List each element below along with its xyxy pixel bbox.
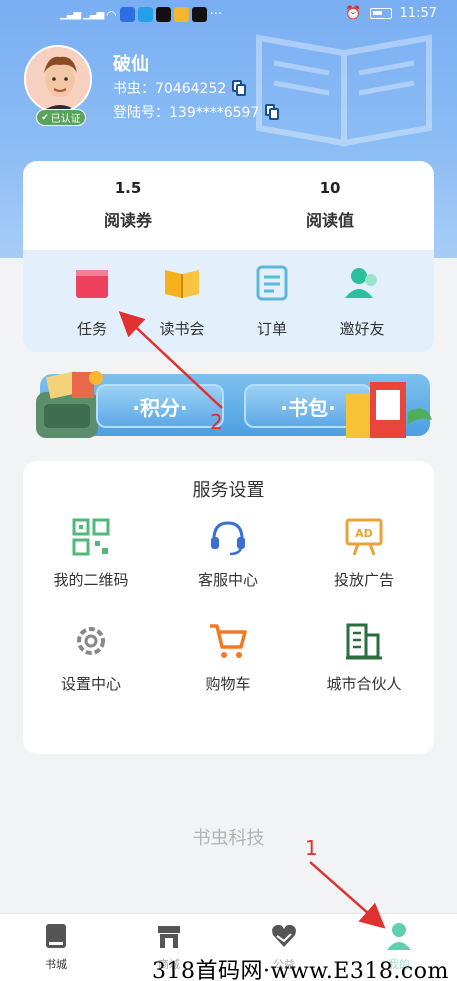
user-id-label: 书虫： — [113, 81, 155, 97]
service-label: 投放广告 — [333, 571, 394, 589]
more-notifications: ··· — [209, 7, 223, 22]
service-city-partner[interactable]: 城市合伙人 — [299, 621, 429, 694]
quick-action-book-club[interactable]: 读书会 — [142, 264, 222, 339]
quick-action-label: 任务 — [76, 320, 107, 338]
charity-heart-icon — [271, 922, 297, 950]
user-name: 破仙 — [113, 54, 149, 75]
reading-value-stat[interactable]: 10 阅读值 — [250, 179, 410, 231]
tab-bookstore[interactable]: 书城 — [11, 922, 101, 972]
book-club-icon — [163, 264, 201, 302]
app-notification-icon — [119, 7, 135, 22]
quick-action-label: 订单 — [256, 320, 287, 338]
books-illustration-icon — [346, 382, 432, 438]
open-book-decoration-icon — [256, 34, 432, 147]
user-phone-row: 登陆号：139****6597 — [113, 102, 280, 122]
user-id-row: 书虫：70464252 — [113, 78, 247, 98]
service-settings-center[interactable]: 设置中心 — [26, 621, 156, 694]
service-label: 客服中心 — [197, 571, 258, 589]
quick-action-label: 读书会 — [159, 320, 205, 338]
service-label: 购物车 — [205, 675, 251, 693]
annotation-number-1: 1 — [305, 836, 318, 860]
tiktok-notification-icon — [155, 7, 171, 22]
signal-icon: ▁▃▅ — [83, 9, 104, 20]
reading-voucher-stat[interactable]: 1.5 阅读券 — [48, 179, 208, 231]
phone-label: 登陆号： — [113, 105, 169, 121]
ad-board-icon: AD — [344, 517, 384, 557]
city-building-icon — [344, 621, 384, 661]
stat-value: 1.5 — [114, 179, 142, 197]
store-icon — [156, 922, 182, 950]
annotation-number-2: 2 — [210, 410, 223, 434]
alarm-icon: ⏰ — [345, 6, 362, 21]
quick-action-task[interactable]: 任务 — [52, 264, 132, 339]
stat-label: 阅读券 — [103, 211, 152, 230]
status-bar: ▁▃▅ ▁▃▅ ◠ ··· ⏰ 11:57 — [0, 0, 457, 32]
footer-brand: 书虫科技 — [192, 828, 265, 849]
user-id-value: 70464252 — [155, 81, 227, 97]
profile-icon — [386, 922, 412, 950]
avatar[interactable] — [24, 45, 92, 113]
verified-badge: ✔ 已认证 — [36, 109, 86, 126]
service-customer-center[interactable]: 客服中心 — [163, 517, 293, 590]
gear-icon — [71, 621, 111, 661]
qr-code-icon — [71, 517, 111, 557]
svg-text:AD: AD — [355, 527, 373, 540]
tiktok-notification-icon — [191, 7, 207, 22]
service-settings-title: 服务设置 — [192, 480, 265, 501]
book-icon — [43, 922, 69, 950]
quick-action-order[interactable]: 订单 — [232, 264, 312, 339]
shield-check-icon: ✔ — [41, 112, 49, 123]
service-advertising[interactable]: AD 投放广告 — [299, 517, 429, 590]
service-shopping-cart[interactable]: 购物车 — [163, 621, 293, 694]
order-icon — [253, 264, 291, 302]
service-settings-card: 服务设置 我的二维码 客服中心 AD 投放广告 设置中心 购物车 城市合伙人 — [23, 461, 434, 754]
quick-action-label: 邀好友 — [339, 320, 385, 338]
tab-label: 书城 — [45, 958, 67, 971]
stat-value: 10 — [319, 179, 341, 197]
stat-label: 阅读值 — [305, 211, 354, 230]
reading-stats-card: 1.5 阅读券 10 阅读值 — [23, 161, 434, 250]
points-button[interactable]: ·积分· — [96, 384, 224, 428]
app-notification-icon — [137, 7, 153, 22]
service-label: 设置中心 — [60, 675, 121, 693]
mail-notification-icon — [173, 7, 189, 22]
phone-value: 139****6597 — [169, 105, 260, 121]
points-bag-banner[interactable]: ·积分· ·书包· — [26, 362, 434, 444]
signal-icon: ▁▃▅ — [60, 9, 81, 20]
quick-actions-card: 任务 读书会 订单 邀好友 — [23, 250, 434, 352]
copy-icon[interactable] — [232, 80, 247, 96]
service-label: 城市合伙人 — [326, 675, 402, 693]
service-my-qr-code[interactable]: 我的二维码 — [26, 517, 156, 590]
quick-action-invite-friend[interactable]: 邀好友 — [322, 264, 402, 339]
clock: 11:57 — [399, 6, 437, 21]
invite-friend-icon — [343, 264, 381, 302]
cart-icon — [208, 621, 248, 661]
task-icon — [73, 264, 111, 302]
copy-icon[interactable] — [265, 104, 280, 120]
service-label: 我的二维码 — [53, 571, 129, 589]
verified-badge-label: 已认证 — [50, 114, 81, 125]
watermark: 318首码网·www.E318.com — [152, 953, 449, 981]
headset-icon — [208, 517, 248, 557]
battery-icon — [369, 8, 392, 19]
wifi-icon: ◠ — [106, 7, 117, 22]
